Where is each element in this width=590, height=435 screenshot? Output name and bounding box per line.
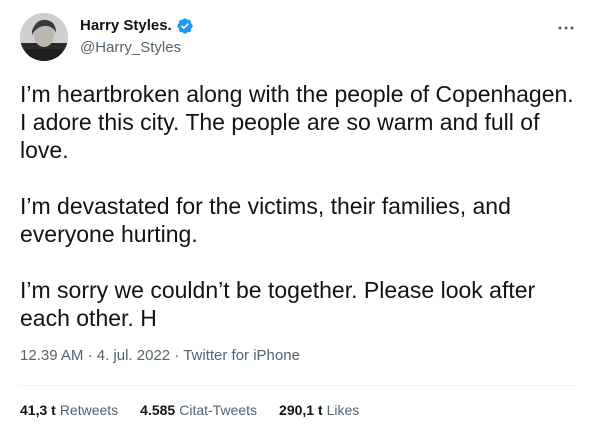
retweets-label: Retweets [59,402,119,418]
quotes-count: 4.585 [140,402,176,418]
separator: · [174,347,180,364]
divider [20,385,576,386]
tweet-card: Harry Styles. @Harry_Styles I’m heartbro… [0,0,590,435]
tweet-paragraph: I’m devastated for the victims, their fa… [20,193,511,247]
tweet-stats: 41,3 t Retweets 4.585 Citat-Tweets 290,1 t… [20,400,359,420]
quotes-label: Citat-Tweets [179,402,258,418]
retweets-count: 41,3 t [20,402,56,418]
author-display-name[interactable]: Harry Styles. [80,16,172,36]
tweet-date: 4. jul. 2022 [96,347,171,364]
verified-badge-icon [176,17,194,35]
likes-count: 290,1 t [279,402,323,418]
quotes-stat[interactable]: 4.585 Citat-Tweets [140,400,257,420]
tweet-meta: 12.39 AM · 4. jul. 2022 · Twitter for iP… [20,346,300,366]
author-name-row[interactable]: Harry Styles. [80,16,194,36]
tweet-timestamp-link[interactable]: 12.39 AM · 4. jul. 2022 [20,347,170,364]
separator: · [87,347,93,364]
likes-stat[interactable]: 290,1 t Likes [279,400,359,420]
retweets-stat[interactable]: 41,3 t Retweets [20,400,118,420]
tweet-paragraph: I’m heartbroken along with the people of… [20,81,574,163]
likes-label: Likes [326,402,360,418]
avatar[interactable] [20,13,68,61]
tweet-source-link[interactable]: Twitter for iPhone [183,347,300,364]
tweet-paragraph: I’m sorry we couldn’t be together. Pleas… [20,277,536,331]
tweet-text: I’m heartbroken along with the people of… [20,80,580,360]
more-dots-icon[interactable] [556,18,576,38]
author-handle[interactable]: @Harry_Styles [80,38,181,58]
avatar-photo [20,13,68,61]
tweet-time: 12.39 AM [20,347,84,364]
